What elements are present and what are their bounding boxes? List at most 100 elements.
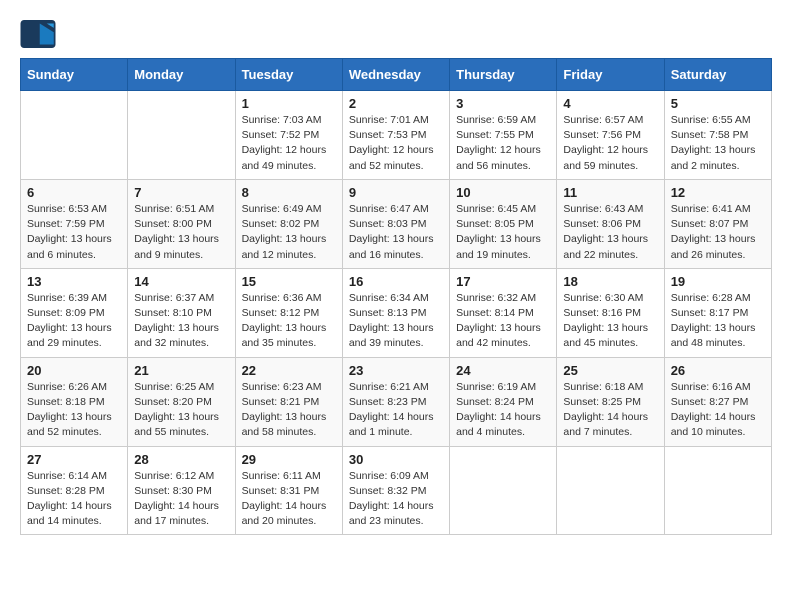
calendar-cell: 2 Sunrise: 7:01 AMSunset: 7:53 PMDaylight…	[342, 91, 449, 180]
calendar-week-3: 13Sunrise: 6:39 AMSunset: 8:09 PMDayligh…	[21, 268, 772, 357]
calendar-cell: 27Sunrise: 6:14 AMSunset: 8:28 PMDayligh…	[21, 446, 128, 535]
calendar-header-sunday: Sunday	[21, 59, 128, 91]
day-number: 13	[27, 274, 121, 289]
day-number: 18	[563, 274, 657, 289]
calendar-cell: 26 Sunrise: 6:16 AMSunset: 8:27 PMDayligh…	[664, 357, 771, 446]
day-info: Sunrise: 6:26 AMSunset: 8:18 PMDaylight:…	[27, 380, 121, 441]
day-number: 26	[671, 363, 765, 378]
day-info: Sunrise: 6:45 AMSunset: 8:05 PMDaylight:…	[456, 202, 550, 263]
day-number: 27	[27, 452, 121, 467]
calendar-cell	[557, 446, 664, 535]
day-info: Sunrise: 6:51 AMSunset: 8:00 PMDaylight:…	[134, 202, 228, 263]
calendar-table: SundayMondayTuesdayWednesdayThursdayFrid…	[20, 58, 772, 535]
calendar-cell: 14 Sunrise: 6:37 AMSunset: 8:10 PMDayligh…	[128, 268, 235, 357]
calendar-cell: 4 Sunrise: 6:57 AMSunset: 7:56 PMDaylight…	[557, 91, 664, 180]
day-info: Sunrise: 6:21 AMSunset: 8:23 PMDaylight:…	[349, 380, 443, 441]
day-number: 28	[134, 452, 228, 467]
calendar-cell: 28 Sunrise: 6:12 AMSunset: 8:30 PMDayligh…	[128, 446, 235, 535]
day-number: 14	[134, 274, 228, 289]
day-number: 10	[456, 185, 550, 200]
calendar-cell: 7Sunrise: 6:51 AMSunset: 8:00 PMDaylight…	[128, 179, 235, 268]
calendar-cell: 11Sunrise: 6:43 AMSunset: 8:06 PMDayligh…	[557, 179, 664, 268]
logo	[20, 20, 62, 48]
day-info: Sunrise: 6:30 AMSunset: 8:16 PMDaylight:…	[563, 291, 657, 352]
calendar-cell	[21, 91, 128, 180]
day-number: 4	[563, 96, 657, 111]
day-number: 30	[349, 452, 443, 467]
calendar-header-row: SundayMondayTuesdayWednesdayThursdayFrid…	[21, 59, 772, 91]
day-number: 24	[456, 363, 550, 378]
calendar-week-2: 6Sunrise: 6:53 AMSunset: 7:59 PMDaylight…	[21, 179, 772, 268]
day-info: Sunrise: 6:09 AMSunset: 8:32 PMDaylight:…	[349, 469, 443, 530]
calendar-header-monday: Monday	[128, 59, 235, 91]
calendar-header-wednesday: Wednesday	[342, 59, 449, 91]
day-number: 1	[242, 96, 336, 111]
day-info: Sunrise: 6:49 AMSunset: 8:02 PMDaylight:…	[242, 202, 336, 263]
calendar-week-1: 1 Sunrise: 7:03 AMSunset: 7:52 PMDaylight…	[21, 91, 772, 180]
calendar-week-5: 27Sunrise: 6:14 AMSunset: 8:28 PMDayligh…	[21, 446, 772, 535]
calendar-cell: 20 Sunrise: 6:26 AMSunset: 8:18 PMDayligh…	[21, 357, 128, 446]
day-info: Sunrise: 6:16 AMSunset: 8:27 PMDaylight:…	[671, 380, 765, 441]
calendar-cell: 3Sunrise: 6:59 AMSunset: 7:55 PMDaylight…	[450, 91, 557, 180]
calendar-cell: 19 Sunrise: 6:28 AMSunset: 8:17 PMDayligh…	[664, 268, 771, 357]
calendar-cell: 12Sunrise: 6:41 AMSunset: 8:07 PMDayligh…	[664, 179, 771, 268]
calendar-cell: 17 Sunrise: 6:32 AMSunset: 8:14 PMDayligh…	[450, 268, 557, 357]
calendar-header-tuesday: Tuesday	[235, 59, 342, 91]
day-info: Sunrise: 6:12 AMSunset: 8:30 PMDaylight:…	[134, 469, 228, 530]
day-info: Sunrise: 6:28 AMSunset: 8:17 PMDaylight:…	[671, 291, 765, 352]
logo-icon	[20, 20, 56, 48]
day-info: Sunrise: 7:01 AMSunset: 7:53 PMDaylight:…	[349, 113, 443, 174]
calendar-header-thursday: Thursday	[450, 59, 557, 91]
calendar-body: 1 Sunrise: 7:03 AMSunset: 7:52 PMDaylight…	[21, 91, 772, 535]
day-number: 9	[349, 185, 443, 200]
calendar-cell: 25 Sunrise: 6:18 AMSunset: 8:25 PMDayligh…	[557, 357, 664, 446]
day-info: Sunrise: 6:36 AMSunset: 8:12 PMDaylight:…	[242, 291, 336, 352]
page-header	[20, 20, 772, 48]
calendar-cell: 23 Sunrise: 6:21 AMSunset: 8:23 PMDayligh…	[342, 357, 449, 446]
day-info: Sunrise: 6:23 AMSunset: 8:21 PMDaylight:…	[242, 380, 336, 441]
calendar-cell: 18 Sunrise: 6:30 AMSunset: 8:16 PMDayligh…	[557, 268, 664, 357]
day-number: 12	[671, 185, 765, 200]
day-number: 16	[349, 274, 443, 289]
day-number: 29	[242, 452, 336, 467]
day-number: 15	[242, 274, 336, 289]
day-number: 8	[242, 185, 336, 200]
day-number: 6	[27, 185, 121, 200]
day-info: Sunrise: 6:43 AMSunset: 8:06 PMDaylight:…	[563, 202, 657, 263]
day-info: Sunrise: 6:32 AMSunset: 8:14 PMDaylight:…	[456, 291, 550, 352]
day-number: 22	[242, 363, 336, 378]
day-number: 21	[134, 363, 228, 378]
day-number: 5	[671, 96, 765, 111]
calendar-cell: 1 Sunrise: 7:03 AMSunset: 7:52 PMDaylight…	[235, 91, 342, 180]
day-info: Sunrise: 6:18 AMSunset: 8:25 PMDaylight:…	[563, 380, 657, 441]
calendar-cell: 16Sunrise: 6:34 AMSunset: 8:13 PMDayligh…	[342, 268, 449, 357]
calendar-cell: 10 Sunrise: 6:45 AMSunset: 8:05 PMDayligh…	[450, 179, 557, 268]
day-info: Sunrise: 6:37 AMSunset: 8:10 PMDaylight:…	[134, 291, 228, 352]
calendar-cell: 9 Sunrise: 6:47 AMSunset: 8:03 PMDaylight…	[342, 179, 449, 268]
calendar-cell: 30 Sunrise: 6:09 AMSunset: 8:32 PMDayligh…	[342, 446, 449, 535]
calendar-cell	[450, 446, 557, 535]
calendar-cell: 6Sunrise: 6:53 AMSunset: 7:59 PMDaylight…	[21, 179, 128, 268]
day-info: Sunrise: 6:55 AMSunset: 7:58 PMDaylight:…	[671, 113, 765, 174]
calendar-cell: 5 Sunrise: 6:55 AMSunset: 7:58 PMDaylight…	[664, 91, 771, 180]
day-number: 17	[456, 274, 550, 289]
calendar-cell	[128, 91, 235, 180]
day-number: 23	[349, 363, 443, 378]
day-number: 20	[27, 363, 121, 378]
day-number: 2	[349, 96, 443, 111]
day-number: 19	[671, 274, 765, 289]
day-info: Sunrise: 6:11 AMSunset: 8:31 PMDaylight:…	[242, 469, 336, 530]
calendar-cell: 29 Sunrise: 6:11 AMSunset: 8:31 PMDayligh…	[235, 446, 342, 535]
calendar-cell: 8 Sunrise: 6:49 AMSunset: 8:02 PMDaylight…	[235, 179, 342, 268]
calendar-week-4: 20 Sunrise: 6:26 AMSunset: 8:18 PMDayligh…	[21, 357, 772, 446]
calendar-cell: 22 Sunrise: 6:23 AMSunset: 8:21 PMDayligh…	[235, 357, 342, 446]
calendar-cell: 21Sunrise: 6:25 AMSunset: 8:20 PMDayligh…	[128, 357, 235, 446]
day-info: Sunrise: 6:47 AMSunset: 8:03 PMDaylight:…	[349, 202, 443, 263]
day-info: Sunrise: 6:19 AMSunset: 8:24 PMDaylight:…	[456, 380, 550, 441]
calendar-cell: 24 Sunrise: 6:19 AMSunset: 8:24 PMDayligh…	[450, 357, 557, 446]
day-number: 25	[563, 363, 657, 378]
calendar-header-saturday: Saturday	[664, 59, 771, 91]
calendar-header-friday: Friday	[557, 59, 664, 91]
day-info: Sunrise: 7:03 AMSunset: 7:52 PMDaylight:…	[242, 113, 336, 174]
day-info: Sunrise: 6:57 AMSunset: 7:56 PMDaylight:…	[563, 113, 657, 174]
